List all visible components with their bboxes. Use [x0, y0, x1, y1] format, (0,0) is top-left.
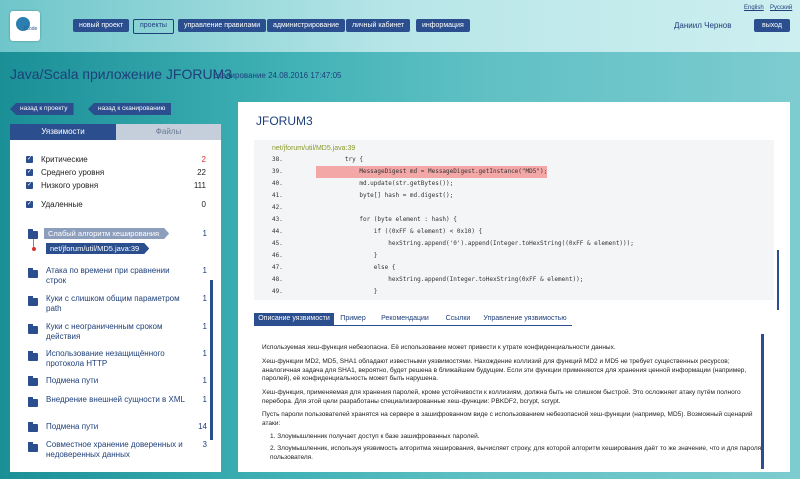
selected-vuln-tag[interactable]: Слабый алгоритм хеширования [44, 228, 169, 239]
page-title: Java/Scala приложение JFORUM3 [10, 66, 233, 82]
folder-icon [28, 229, 38, 239]
code-line: 43. for (byte element : hash) { [272, 216, 457, 223]
tab-example[interactable]: Пример [336, 313, 370, 325]
list-item[interactable]: Куки с неограниченным сроком действия 1 [22, 322, 207, 346]
code-scrollbar[interactable] [777, 250, 779, 310]
folder-icon [28, 324, 38, 334]
description-paragraph: Пусть пароли пользователей хранятся на с… [262, 411, 753, 427]
checkbox-checked-icon[interactable]: ✓ [26, 156, 33, 163]
nav-cabinet[interactable]: личный кабинет [346, 19, 411, 32]
tab-links[interactable]: Ссылки [440, 313, 476, 325]
filter-deleted[interactable]: ✓ Удаленные 0 [26, 199, 206, 211]
back-to-scan-button[interactable]: назад к сканированию [88, 103, 172, 115]
app-logo[interactable]: ICode [10, 11, 40, 41]
code-line: 48. hexString.append(Integer.toHexString… [272, 276, 584, 283]
folder-icon [28, 442, 38, 452]
scan-date: сканирование 24.08.2016 17:47:05 [214, 71, 342, 80]
description-paragraph: Используемая хеш-функция небезопасна. Её… [262, 344, 616, 351]
checkbox-checked-icon[interactable]: ✓ [26, 182, 33, 189]
folder-icon [28, 422, 38, 432]
back-to-project-button[interactable]: назад к проекту [10, 103, 74, 115]
folder-icon [28, 268, 38, 278]
logout-button[interactable]: выход [754, 19, 790, 32]
vulnerabilities-panel: Уязвимости Файлы ✓ Критические 2 ✓ Средн… [10, 124, 221, 472]
code-line: 41. byte[] hash = md.digest(); [272, 192, 454, 199]
folder-icon [28, 296, 38, 306]
code-line: 49. } [272, 288, 378, 295]
list-item-selected[interactable]: Слабый алгоритм хеширования 1 net/jforum… [22, 228, 207, 264]
filter-medium[interactable]: ✓ Среднего уровня 22 [26, 167, 206, 179]
code-viewer: net/jforum/util/MD5.java:39 38. try { 39… [254, 140, 779, 310]
description-list-item: 1. Злоумышленник получает доступ к базе … [270, 433, 480, 440]
nav-rules[interactable]: управление правилами [178, 19, 267, 32]
code-line: 44. if ((0xFF & element) < 0x10) { [272, 228, 483, 235]
list-item[interactable]: Подмена пути 1 [22, 376, 207, 390]
list-item[interactable]: Куки с слишком общим параметром path 1 [22, 294, 207, 318]
code-line: 40. md.update(str.getBytes()); [272, 180, 454, 187]
tab-vuln-management[interactable]: Управление уязвимостью [478, 313, 572, 325]
list-scrollbar[interactable] [210, 280, 213, 440]
description-scrollbar[interactable] [761, 334, 764, 469]
list-item[interactable]: Атака по времени при сравнении строк 1 [22, 266, 207, 290]
detail-tabs: Описание уязвимости Пример Рекомендации … [254, 313, 572, 326]
code-line: 38. try { [272, 156, 363, 163]
tab-files[interactable]: Файлы [116, 124, 221, 140]
code-line: 42. [272, 204, 283, 211]
description-paragraph: Хеш-функции MD2, MD5, SHA1 обладают изве… [262, 358, 747, 382]
filter-low[interactable]: ✓ Низкого уровня 111 [26, 180, 206, 192]
list-item[interactable]: Внедрение внешней сущности в XML 1 [22, 395, 207, 419]
code-line: 47. else { [272, 264, 396, 271]
nav-new-project[interactable]: новый проект [73, 19, 130, 32]
nav-projects[interactable]: проекты [133, 19, 174, 34]
folder-icon [28, 397, 38, 407]
code-line: 45. hexString.append('0').append(Integer… [272, 240, 634, 247]
folder-icon [28, 376, 38, 386]
nav-admin[interactable]: администрирование [267, 19, 345, 32]
lang-english-link[interactable]: English [744, 5, 764, 11]
list-item[interactable]: Подмена пути 14 [22, 422, 207, 436]
tab-description[interactable]: Описание уязвимости [254, 313, 334, 325]
list-item[interactable]: Использование незащищённого протокола HT… [22, 349, 207, 373]
logo-text: ICode [24, 26, 38, 32]
code-line: 46. } [272, 252, 378, 259]
project-name-title: JFORUM3 [256, 114, 313, 128]
description-paragraph: Хеш-функция, применяемая для хранения па… [262, 389, 741, 405]
details-panel: JFORUM3 net/jforum/util/MD5.java:39 38. … [238, 102, 790, 472]
nav-info[interactable]: информация [416, 19, 470, 32]
checkbox-checked-icon[interactable]: ✓ [26, 201, 33, 208]
tab-recommendations[interactable]: Рекомендации [374, 313, 436, 325]
code-file-path[interactable]: net/jforum/util/MD5.java:39 [272, 145, 355, 152]
folder-icon [28, 351, 38, 361]
checkbox-checked-icon[interactable]: ✓ [26, 169, 33, 176]
selected-file-tag[interactable]: net/jforum/util/MD5.java:39 [46, 243, 149, 254]
code-line-highlighted: 39. MessageDigest md = MessageDigest.get… [254, 166, 764, 178]
critical-dot-icon [32, 247, 36, 251]
filter-critical[interactable]: ✓ Критические 2 [26, 154, 206, 166]
lang-russian-link[interactable]: Русский [770, 5, 792, 11]
description-list-item: 2. Злоумышленник, используя уязвимость а… [270, 445, 762, 461]
user-name[interactable]: Даниил Чернов [674, 21, 731, 30]
list-item[interactable]: Совместное хранение доверенных и недовер… [22, 440, 207, 464]
tab-vulnerabilities[interactable]: Уязвимости [10, 124, 116, 140]
